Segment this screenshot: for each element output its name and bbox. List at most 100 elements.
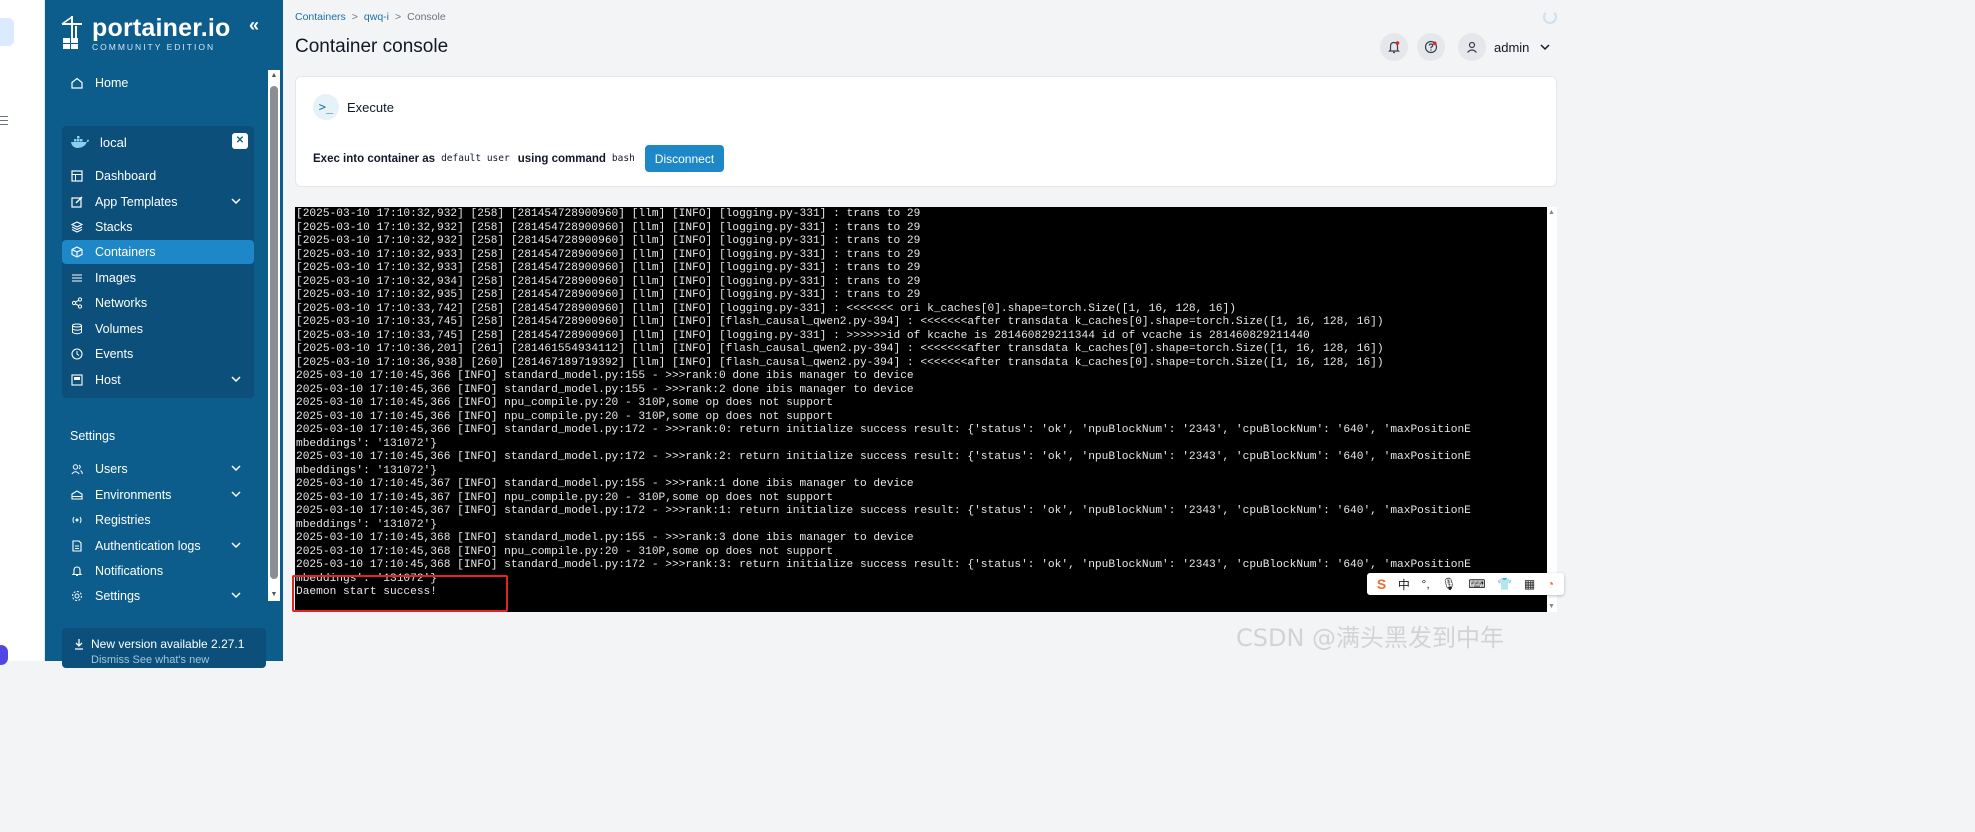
- chevron-down-icon[interactable]: [230, 462, 242, 474]
- sidebar-item-notifications[interactable]: Notifications: [62, 559, 254, 583]
- home-icon: [70, 76, 84, 90]
- terminal-line: 2025-03-10 17:10:45,367 [INFO] standard_…: [296, 505, 1471, 517]
- exec-user: default user: [441, 153, 510, 164]
- user-menu[interactable]: admin: [1458, 33, 1551, 61]
- sidebar-item-label: Notifications: [95, 564, 164, 578]
- scroll-down-arrow-icon[interactable]: ▼: [270, 591, 278, 599]
- terminal-line: mbeddings': '131072'}: [296, 518, 437, 531]
- sidebar-item-dashboard[interactable]: Dashboard: [62, 164, 254, 188]
- gear-icon: [70, 589, 84, 603]
- sidebar-item-images[interactable]: Images: [62, 266, 254, 290]
- sidebar-item-label: Images: [95, 271, 136, 285]
- terminal-icon: >_: [313, 94, 339, 120]
- sidebar-item-networks[interactable]: Networks: [62, 291, 254, 315]
- breadcrumb: Containers > qwq-i > Console: [295, 11, 446, 23]
- username: admin: [1494, 39, 1530, 55]
- sidebar-item-app-templates[interactable]: App Templates: [62, 190, 254, 214]
- settings-section-title: Settings: [70, 429, 116, 443]
- chevron-down-icon[interactable]: [230, 589, 242, 601]
- sidebar-item-label: Users: [95, 462, 128, 476]
- terminal-line: [2025-03-10 17:10:32,932] [258] [2814547…: [296, 208, 921, 220]
- sidebar-item-home[interactable]: Home: [62, 71, 254, 95]
- shirt-icon[interactable]: 👕: [1497, 577, 1512, 591]
- skin-icon[interactable]: ◔: [1547, 577, 1554, 591]
- microphone-icon[interactable]: 🎙: [1441, 577, 1456, 591]
- bell-icon: [70, 564, 84, 578]
- portainer-crane-icon: [61, 16, 82, 49]
- terminal-line: 2025-03-10 17:10:45,366 [INFO] npu_compi…: [296, 410, 834, 423]
- terminal-output[interactable]: [2025-03-10 17:10:32,932] [258] [2814547…: [295, 207, 1547, 612]
- menu-lines-icon: [0, 116, 8, 128]
- update-notice[interactable]: New version available 2.27.1 Dismiss See…: [62, 628, 266, 668]
- breadcrumb-containers[interactable]: Containers: [295, 11, 346, 23]
- sidebar-item-label: Dashboard: [95, 169, 157, 183]
- disconnect-button[interactable]: Disconnect: [644, 145, 725, 172]
- chevron-down-icon[interactable]: [230, 488, 242, 500]
- sidebar-item-stacks[interactable]: Stacks: [62, 215, 254, 239]
- terminal-line: 2025-03-10 17:10:45,367 [INFO] standard_…: [296, 478, 914, 490]
- sidebar-item-host[interactable]: Host: [62, 368, 254, 392]
- adjacent-window-badge: [0, 645, 8, 665]
- main-content: Containers > qwq-i > Console Container c…: [283, 0, 1568, 661]
- sidebar-item-settings[interactable]: Settings: [62, 584, 254, 608]
- scroll-up-arrow-icon[interactable]: ▲: [270, 72, 278, 80]
- sidebar-item-users[interactable]: Users: [62, 457, 254, 481]
- environment-header[interactable]: local: [62, 126, 254, 158]
- sidebar-item-environments[interactable]: Environments: [62, 483, 254, 507]
- terminal-line: 2025-03-10 17:10:45,368 [INFO] standard_…: [296, 559, 1471, 571]
- watermark: CSDN @满头黑发到中年: [1236, 624, 1505, 652]
- sidebar-item-label: Containers: [95, 245, 156, 259]
- update-links[interactable]: Dismiss See what's new: [91, 654, 209, 666]
- terminal-line: 2025-03-10 17:10:45,366 [INFO] standard_…: [296, 451, 1471, 463]
- avatar: [1458, 33, 1486, 61]
- sidebar-item-label: App Templates: [95, 195, 178, 209]
- help-button[interactable]: [1417, 33, 1445, 61]
- sidebar-item-authentication-logs[interactable]: Authentication logs: [62, 534, 254, 558]
- scroll-down-arrow-icon[interactable]: ▼: [1548, 603, 1555, 610]
- bell-icon: [1388, 41, 1400, 54]
- collapse-sidebar-icon[interactable]: «: [244, 15, 264, 35]
- terminal-line: 2025-03-10 17:10:45,366 [INFO] npu_compi…: [296, 397, 834, 409]
- chevron-down-icon[interactable]: [230, 195, 242, 207]
- scroll-up-arrow-icon[interactable]: ▲: [1548, 209, 1555, 216]
- loading-spinner-icon: [1543, 10, 1557, 24]
- sidebar-item-registries[interactable]: Registries: [62, 508, 254, 532]
- apps-grid-icon[interactable]: ▦: [1524, 577, 1535, 591]
- notifications-button[interactable]: [1380, 33, 1408, 61]
- execute-title: Execute: [347, 100, 394, 115]
- exec-info: Exec into container as default user usin…: [313, 145, 725, 172]
- chevron-down-icon[interactable]: [1539, 41, 1551, 53]
- terminal-line: 2025-03-10 17:10:45,367 [INFO] npu_compi…: [296, 491, 834, 504]
- terminal-line: [2025-03-10 17:10:32,933] [258] [2814547…: [296, 248, 921, 261]
- chevron-down-icon[interactable]: [230, 373, 242, 385]
- adjacent-window-strip: [0, 0, 45, 665]
- scrollbar-thumb[interactable]: [270, 86, 278, 579]
- breadcrumb-separator: >: [395, 11, 402, 23]
- ime-chinese-mode[interactable]: 中: [1398, 576, 1410, 593]
- page-title: Container console: [295, 36, 449, 57]
- sogou-logo-icon[interactable]: S: [1377, 576, 1386, 592]
- portainer-logo[interactable]: portainer.io COMMUNITY EDITION: [60, 14, 231, 54]
- sidebar-scrollbar[interactable]: ▲ ▼: [268, 70, 280, 601]
- terminal-line: [2025-03-10 17:10:32,935] [258] [2814547…: [296, 289, 921, 301]
- ime-punctuation[interactable]: °,: [1422, 577, 1430, 591]
- help-circle-icon: [1424, 40, 1438, 54]
- terminal-scrollbar[interactable]: ▲ ▼: [1547, 207, 1557, 612]
- sidebar-item-label: Authentication logs: [95, 539, 201, 553]
- terminal-line: [2025-03-10 17:10:33,745] [258] [2814547…: [296, 329, 1310, 342]
- brand-edition: COMMUNITY EDITION: [92, 42, 216, 52]
- chevron-down-icon[interactable]: [230, 539, 242, 551]
- users-icon: [70, 462, 84, 476]
- environment-name: local: [100, 134, 127, 150]
- highlight-box: [292, 575, 508, 612]
- sidebar-item-label: Registries: [95, 513, 151, 527]
- sidebar-item-events[interactable]: Events: [62, 342, 254, 366]
- keyboard-icon[interactable]: ⌨: [1468, 577, 1485, 591]
- breadcrumb-container[interactable]: qwq-i: [364, 11, 389, 23]
- cube-icon: [70, 245, 84, 259]
- terminal-line: [2025-03-10 17:10:32,932] [258] [2814547…: [296, 235, 921, 247]
- database-icon: [70, 322, 84, 336]
- close-environment-icon[interactable]: ✕: [232, 133, 248, 149]
- sidebar-item-volumes[interactable]: Volumes: [62, 317, 254, 341]
- sidebar-item-containers[interactable]: Containers: [62, 240, 254, 264]
